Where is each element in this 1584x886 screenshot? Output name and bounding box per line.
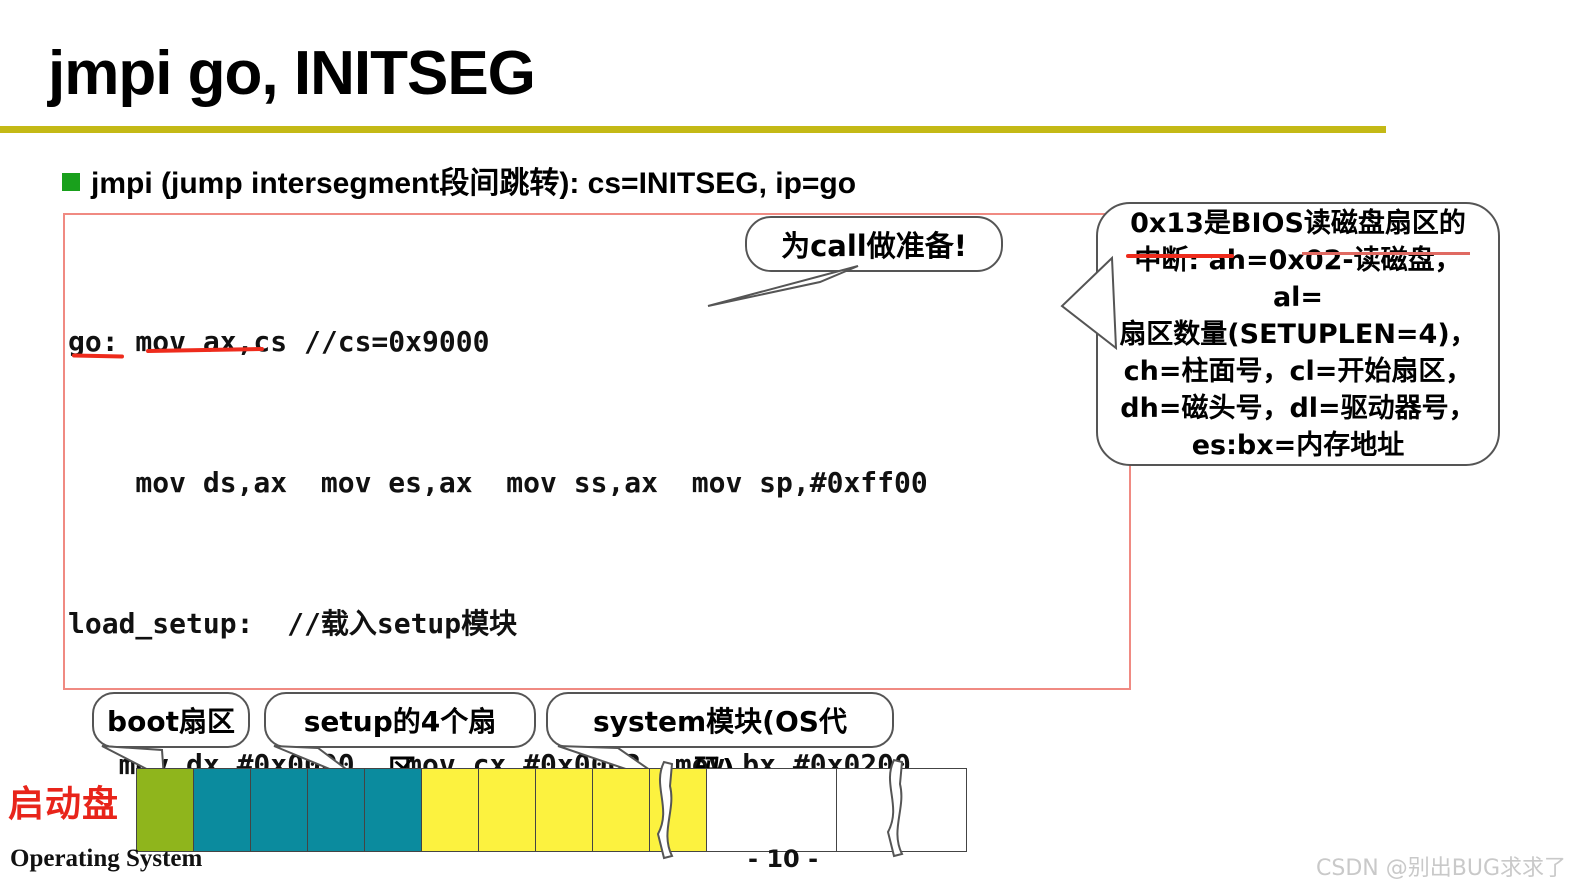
disk-segment-system-2 [478, 768, 535, 852]
callout-setup-sectors: setup的4个扇 [264, 692, 536, 748]
title-divider [0, 126, 1386, 133]
callout-bios-line-4: ch=柱面号，cl=开始扇区， [1123, 355, 1473, 387]
disk-segment-setup-4 [364, 768, 421, 852]
red-strike-disk-sector [1302, 252, 1470, 255]
disk-segment-free-1 [706, 768, 836, 852]
bullet-row: jmpi (jump intersegment段间跳转): cs=INITSEG… [62, 158, 856, 202]
slide-canvas: jmpi go, INITSEG jmpi (jump intersegment… [0, 0, 1584, 886]
code-line: mov ax,#0x0200+SETUPLEN int 0x13 //BIOS中… [68, 882, 1138, 886]
disk-label: 启动盘 [8, 784, 120, 825]
disk-segment-system-5 [649, 768, 706, 852]
code-line: load_setup: //载入setup模块 [68, 607, 518, 640]
callout-bios-line-3: 扇区数量(SETUPLEN=4)， [1119, 318, 1477, 350]
code-line: mov ds,ax mov es,ax mov ss,ax mov sp,#0x… [68, 466, 928, 499]
disk-segment-setup-2 [250, 768, 307, 852]
callout-boot-text: boot扇区 [107, 705, 235, 738]
callout-bios-note: 0x13是BIOS读磁盘扇区的 中断: ah=0x02-读磁盘，al= 扇区数量… [1096, 202, 1500, 466]
disk-segment-system-4 [592, 768, 649, 852]
disk-segment-system-3 [535, 768, 592, 852]
callout-setup-text: setup的4个扇 [303, 705, 497, 738]
callout-system-module: system模块(OS代 [546, 692, 894, 748]
page-title: jmpi go, INITSEG [48, 39, 536, 108]
callout-bios-lines: 0x13是BIOS读磁盘扇区的 中断: ah=0x02-读磁盘，al= 扇区数量… [1110, 205, 1486, 464]
disk-segment-free-2 [836, 768, 967, 852]
code-line: go: mov ax,cs //cs=0x9000 [68, 325, 490, 359]
callout-bios-line-6: es:bx=内存地址 [1191, 429, 1405, 461]
footer-course-name: Operating System [10, 845, 203, 872]
square-bullet-icon [62, 173, 80, 191]
disk-segment-setup-1 [193, 768, 250, 852]
callout-call-text: 为call做准备! [781, 229, 967, 263]
disk-segment-setup-3 [307, 768, 364, 852]
bullet-text: jmpi (jump intersegment段间跳转): cs=INITSEG… [91, 167, 857, 200]
red-underline-0x13 [1126, 254, 1234, 258]
callout-boot-sector: boot扇区 [92, 692, 250, 748]
csdn-watermark: CSDN @别出BUG求求了 [1316, 856, 1566, 881]
callout-bios-line-1: 0x13是BIOS读磁盘扇区的 [1130, 207, 1466, 239]
footer-page-number: - 10 - [748, 845, 819, 873]
callout-system-text: system模块(OS代 [593, 705, 847, 738]
callout-call-note: 为call做准备! [745, 216, 1003, 272]
disk-segment-system-1 [421, 768, 478, 852]
callout-bios-line-5: dh=磁头号，dl=驱动器号， [1120, 392, 1476, 424]
disk-segment-boot [136, 768, 193, 852]
disk-bar [136, 768, 980, 852]
